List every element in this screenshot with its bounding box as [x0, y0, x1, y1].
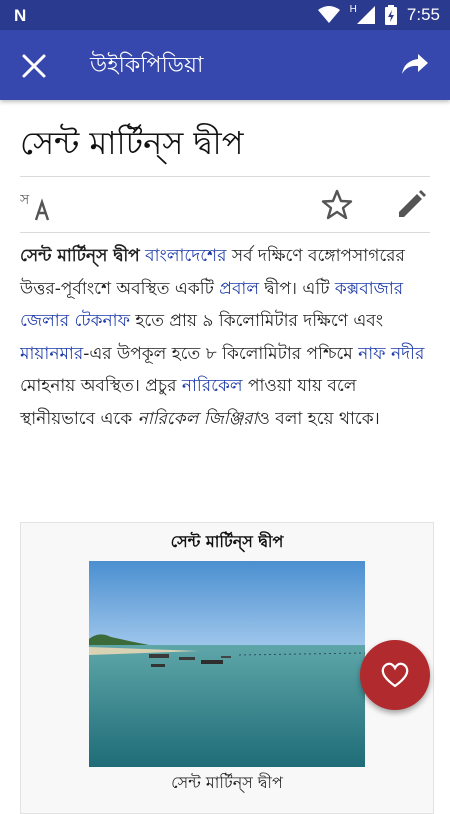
article-lead-paragraph: সেন্ট মার্টিন্‌স দ্বীপ বাংলাদেশের সর্ব দ… [20, 240, 432, 435]
article-link[interactable]: বাংলাদেশের [145, 246, 226, 266]
status-bar: N H 7:55 [0, 0, 450, 30]
article-text: ও বলা হয়ে থাকে। [257, 408, 380, 429]
wifi-icon [317, 6, 340, 23]
app-bar: উইকিপিডিয়া [0, 30, 450, 100]
article-text: মোহনায় অবস্থিত। প্রচুর [20, 376, 182, 396]
edit-icon[interactable] [394, 188, 428, 222]
divider [20, 176, 430, 177]
save-favorite-button[interactable] [360, 640, 430, 710]
divider [20, 232, 430, 233]
infobox-title: সেন্ট মার্টিন্‌স দ্বীপ [170, 532, 284, 551]
article-title: সেন্ট মার্টিন্‌স দ্বীপ [20, 124, 244, 162]
star-icon[interactable] [320, 188, 354, 222]
share-icon[interactable] [400, 52, 430, 78]
article-text: -এর উপকূল হতে ৮ কিলোমিটার পশ্চিমে [83, 343, 359, 364]
article-link[interactable]: নারিকেল [182, 376, 243, 396]
translate-icon[interactable]: স [20, 190, 52, 222]
heart-icon [381, 662, 409, 688]
article-link[interactable]: মায়ানমার [20, 344, 83, 364]
article-toolbar: স [20, 178, 430, 233]
notification-logo: N [14, 6, 27, 25]
article-text: হতে প্রায় ৯ কিলোমিটার দক্ষিণে এবং [130, 311, 384, 331]
network-type-label: H [349, 3, 357, 15]
article-subject-bold: সেন্ট মার্টিন্‌স দ্বীপ [20, 246, 140, 266]
app-title: উইকিপিডিয়া [90, 53, 204, 78]
article-text: দ্বীপ। এটি [259, 278, 335, 299]
status-icons: H 7:55 [317, 3, 440, 26]
close-icon[interactable] [20, 52, 48, 80]
article-link[interactable]: নাফ নদীর [358, 344, 424, 364]
svg-text:স: স [20, 192, 30, 208]
article-link[interactable]: প্রবাল [219, 279, 259, 299]
signal-icon [356, 6, 375, 24]
article-italic-text: নারিকেল জিঞ্জিরা [137, 408, 258, 429]
clock: 7:55 [406, 5, 440, 24]
battery-icon [384, 5, 397, 25]
island-photo[interactable] [89, 561, 365, 767]
photo-caption: সেন্ট মার্টিন্‌স দ্বীপ [171, 773, 283, 792]
article-link[interactable]: টেকনাফ [74, 311, 130, 331]
